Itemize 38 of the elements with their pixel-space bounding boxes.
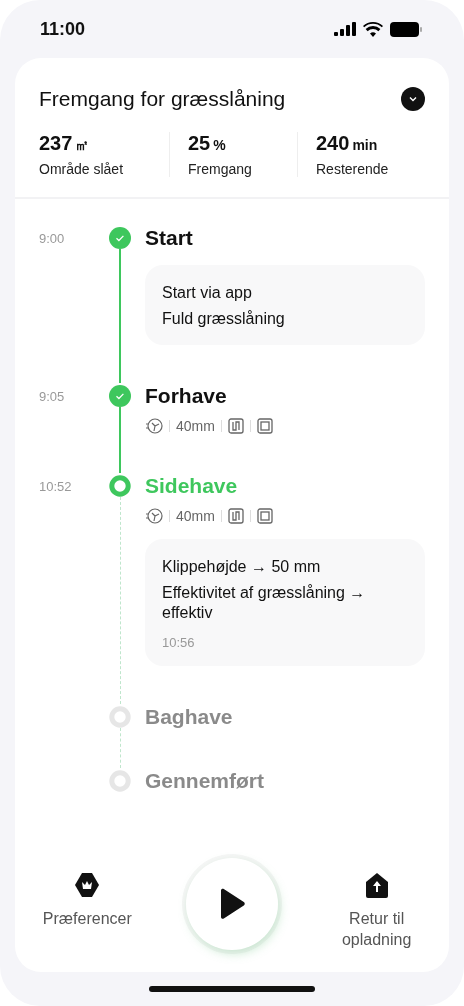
step-time: 9:05 — [39, 388, 66, 406]
stat-label: Område slået — [39, 161, 125, 177]
expand-button[interactable] — [401, 87, 425, 111]
step-title: Baghave — [145, 704, 234, 730]
step-time: 9:00 — [39, 230, 66, 248]
note-text: Effektivitet af græsslåning → effektiv — [162, 583, 367, 623]
play-icon — [218, 888, 246, 920]
home-arrow-icon — [364, 872, 389, 898]
note-text: Klippehøjde → 50 mm — [162, 557, 322, 577]
pattern-icon — [227, 508, 244, 524]
stat-label: Fremgang — [188, 161, 253, 177]
cut-height: 40mm — [176, 418, 215, 434]
stat-value: 237㎡ — [39, 132, 91, 155]
step-title: Forhave — [145, 383, 228, 409]
stat-value: 25% — [188, 132, 227, 155]
border-icon — [256, 418, 273, 434]
return-to-charge-button[interactable]: Retur til opladning — [321, 858, 432, 950]
battery-icon — [390, 21, 422, 37]
signal-icon — [334, 22, 356, 36]
note-text: Fuld græsslåning — [162, 309, 286, 329]
note-text: Start via app — [162, 283, 253, 303]
pattern-icon — [227, 418, 244, 434]
wifi-icon — [363, 21, 383, 37]
crown-icon — [74, 872, 101, 898]
step-time: 10:52 — [39, 478, 73, 496]
blade-icon — [145, 507, 163, 525]
step-title: Sidehave — [145, 473, 239, 499]
step-title: Gennemført — [145, 768, 265, 794]
card-title: Fremgang for græsslåning — [39, 87, 286, 111]
preferences-button[interactable]: Præferencer — [42, 858, 132, 929]
stat-value: 240 min — [316, 132, 379, 155]
step-title: Start — [145, 225, 194, 251]
blade-icon — [145, 417, 163, 435]
stat-label: Resterende — [316, 161, 390, 177]
border-icon — [256, 508, 273, 524]
cut-height: 40mm — [176, 508, 215, 524]
note-time: 10:56 — [162, 635, 196, 650]
status-time: 11:00 — [40, 18, 86, 40]
